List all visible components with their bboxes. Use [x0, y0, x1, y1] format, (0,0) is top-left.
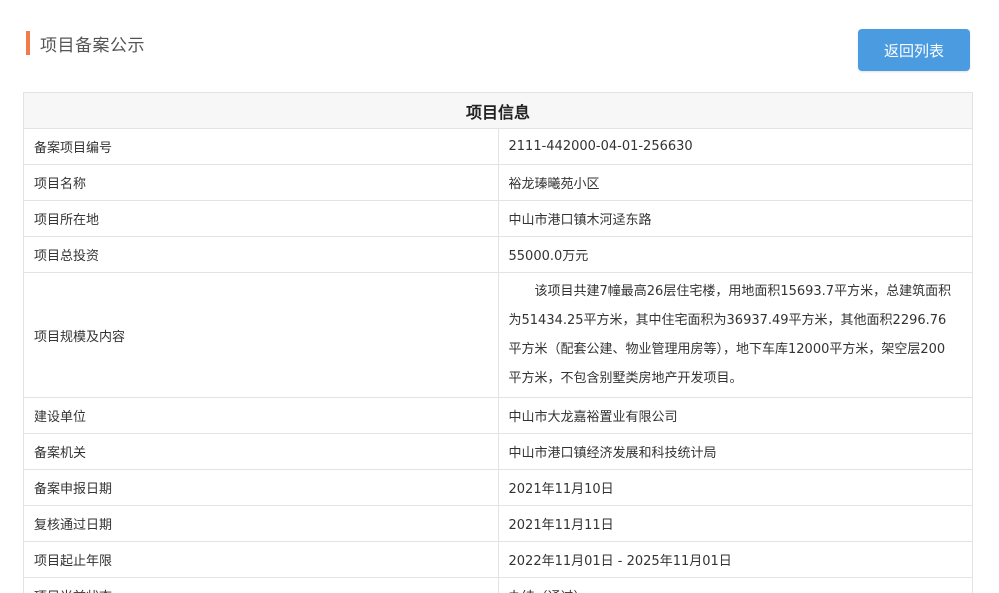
table-row: 项目名称 裕龙瑧曦苑小区 [23, 164, 973, 201]
table-caption-row: 项目信息 [23, 92, 973, 129]
table-row: 备案项目编号 2111-442000-04-01-256630 [23, 128, 973, 165]
project-info-table: 项目信息 备案项目编号 2111-442000-04-01-256630 项目名… [23, 92, 973, 593]
table-row: 备案申报日期 2021年11月10日 [23, 469, 973, 506]
row-value-builder: 中山市大龙嘉裕置业有限公司 [497, 397, 973, 434]
row-value-status: 办结（通过） [497, 577, 973, 593]
row-value-record-authority: 中山市港口镇经济发展和科技统计局 [497, 433, 973, 470]
row-value-declare-date: 2021年11月10日 [497, 469, 973, 506]
row-label-project-name: 项目名称 [23, 164, 499, 201]
row-value-project-name: 裕龙瑧曦苑小区 [497, 164, 973, 201]
row-label-location: 项目所在地 [23, 200, 499, 237]
page-title: 项目备案公示 [40, 35, 145, 56]
table-row: 项目总投资 55000.0万元 [23, 236, 973, 273]
row-value-location: 中山市港口镇木河迳东路 [497, 200, 973, 237]
project-record-page: 项目备案公示 返回列表 项目信息 备案项目编号 2111-442000-04-0… [0, 0, 999, 593]
row-label-builder: 建设单位 [23, 397, 499, 434]
title-accent-bar [26, 31, 30, 55]
table-row: 建设单位 中山市大龙嘉裕置业有限公司 [23, 397, 973, 434]
row-label-declare-date: 备案申报日期 [23, 469, 499, 506]
row-label-scale-content: 项目规模及内容 [23, 272, 499, 398]
row-label-period: 项目起止年限 [23, 541, 499, 578]
row-value-scale-content: 该项目共建7幢最高26层住宅楼，用地面积15693.7平方米，总建筑面积为514… [497, 272, 973, 398]
back-to-list-button[interactable]: 返回列表 [858, 29, 970, 71]
row-value-record-number: 2111-442000-04-01-256630 [497, 128, 973, 165]
table-row: 项目当前状态 办结（通过） [23, 577, 973, 593]
row-label-record-authority: 备案机关 [23, 433, 499, 470]
table-row: 备案机关 中山市港口镇经济发展和科技统计局 [23, 433, 973, 470]
page-header: 项目备案公示 [26, 30, 145, 56]
row-label-record-number: 备案项目编号 [23, 128, 499, 165]
row-value-period: 2022年11月01日 - 2025年11月01日 [497, 541, 973, 578]
table-row: 复核通过日期 2021年11月11日 [23, 505, 973, 542]
table-row: 项目起止年限 2022年11月01日 - 2025年11月01日 [23, 541, 973, 578]
row-label-status: 项目当前状态 [23, 577, 499, 593]
row-value-review-date: 2021年11月11日 [497, 505, 973, 542]
table-row: 项目规模及内容 该项目共建7幢最高26层住宅楼，用地面积15693.7平方米，总… [23, 272, 973, 398]
table-row: 项目所在地 中山市港口镇木河迳东路 [23, 200, 973, 237]
row-label-total-investment: 项目总投资 [23, 236, 499, 273]
table-caption: 项目信息 [23, 92, 973, 129]
row-value-total-investment: 55000.0万元 [497, 236, 973, 273]
row-label-review-date: 复核通过日期 [23, 505, 499, 542]
